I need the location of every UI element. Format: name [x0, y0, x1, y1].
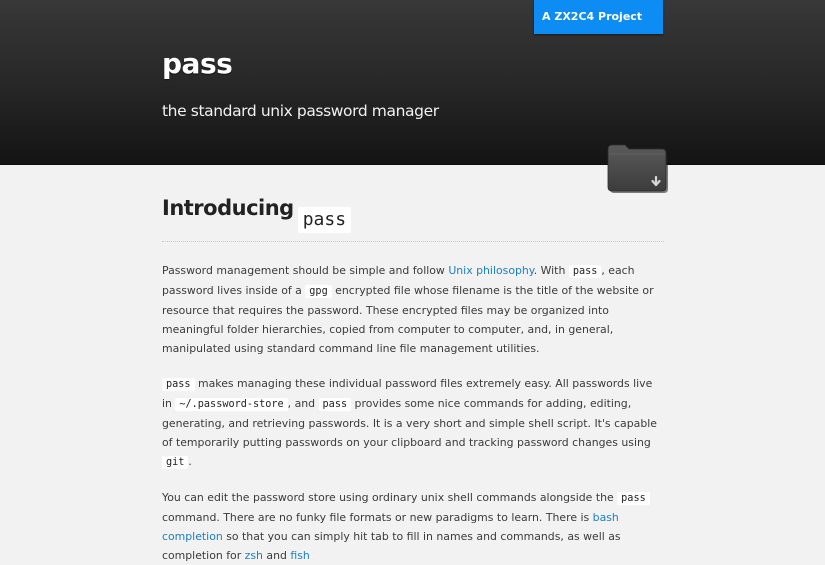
folder-download-icon[interactable] — [606, 144, 668, 194]
para3-text-2: command. There are no funky file formats… — [162, 511, 593, 524]
para3-text-4: and — [262, 549, 291, 562]
intro-heading-code: pass — [297, 207, 352, 233]
zx2c4-project-link[interactable]: A ZX2C4 Project — [534, 0, 663, 34]
code-pass: pass — [617, 492, 650, 505]
intro-paragraph-1: Password management should be simple and… — [162, 261, 664, 358]
site-title: pass — [162, 47, 233, 80]
code-password-store: ~/.password-store — [175, 398, 288, 411]
intro-heading: Introducing pass — [162, 196, 664, 242]
para3-text-3: so that you can simply hit tab to fill i… — [162, 530, 621, 562]
intro-paragraph-2: pass makes managing these individual pas… — [162, 374, 664, 472]
zsh-link[interactable]: zsh — [245, 549, 263, 562]
code-pass: pass — [318, 398, 352, 411]
site-tagline: the standard unix password manager — [162, 102, 439, 120]
unix-philosophy-link[interactable]: Unix philosophy — [448, 264, 533, 277]
para1-text-1: Password management should be simple and… — [162, 264, 449, 277]
intro-heading-text: Introducing — [162, 196, 294, 220]
code-gpg: gpg — [305, 285, 332, 298]
site-header: A ZX2C4 Project pass the standard unix p… — [0, 0, 825, 165]
main-content: Introducing pass Password management shou… — [162, 196, 664, 565]
para1-text-2: . With — [533, 264, 569, 277]
para3-text-1: You can edit the password store using or… — [162, 491, 618, 504]
fish-link[interactable]: fish — [290, 549, 309, 562]
para2-text-4: . — [188, 455, 192, 468]
code-pass: pass — [568, 265, 602, 278]
code-pass: pass — [162, 378, 195, 391]
para2-text-2: , and — [287, 397, 319, 410]
code-git: git — [162, 456, 189, 469]
